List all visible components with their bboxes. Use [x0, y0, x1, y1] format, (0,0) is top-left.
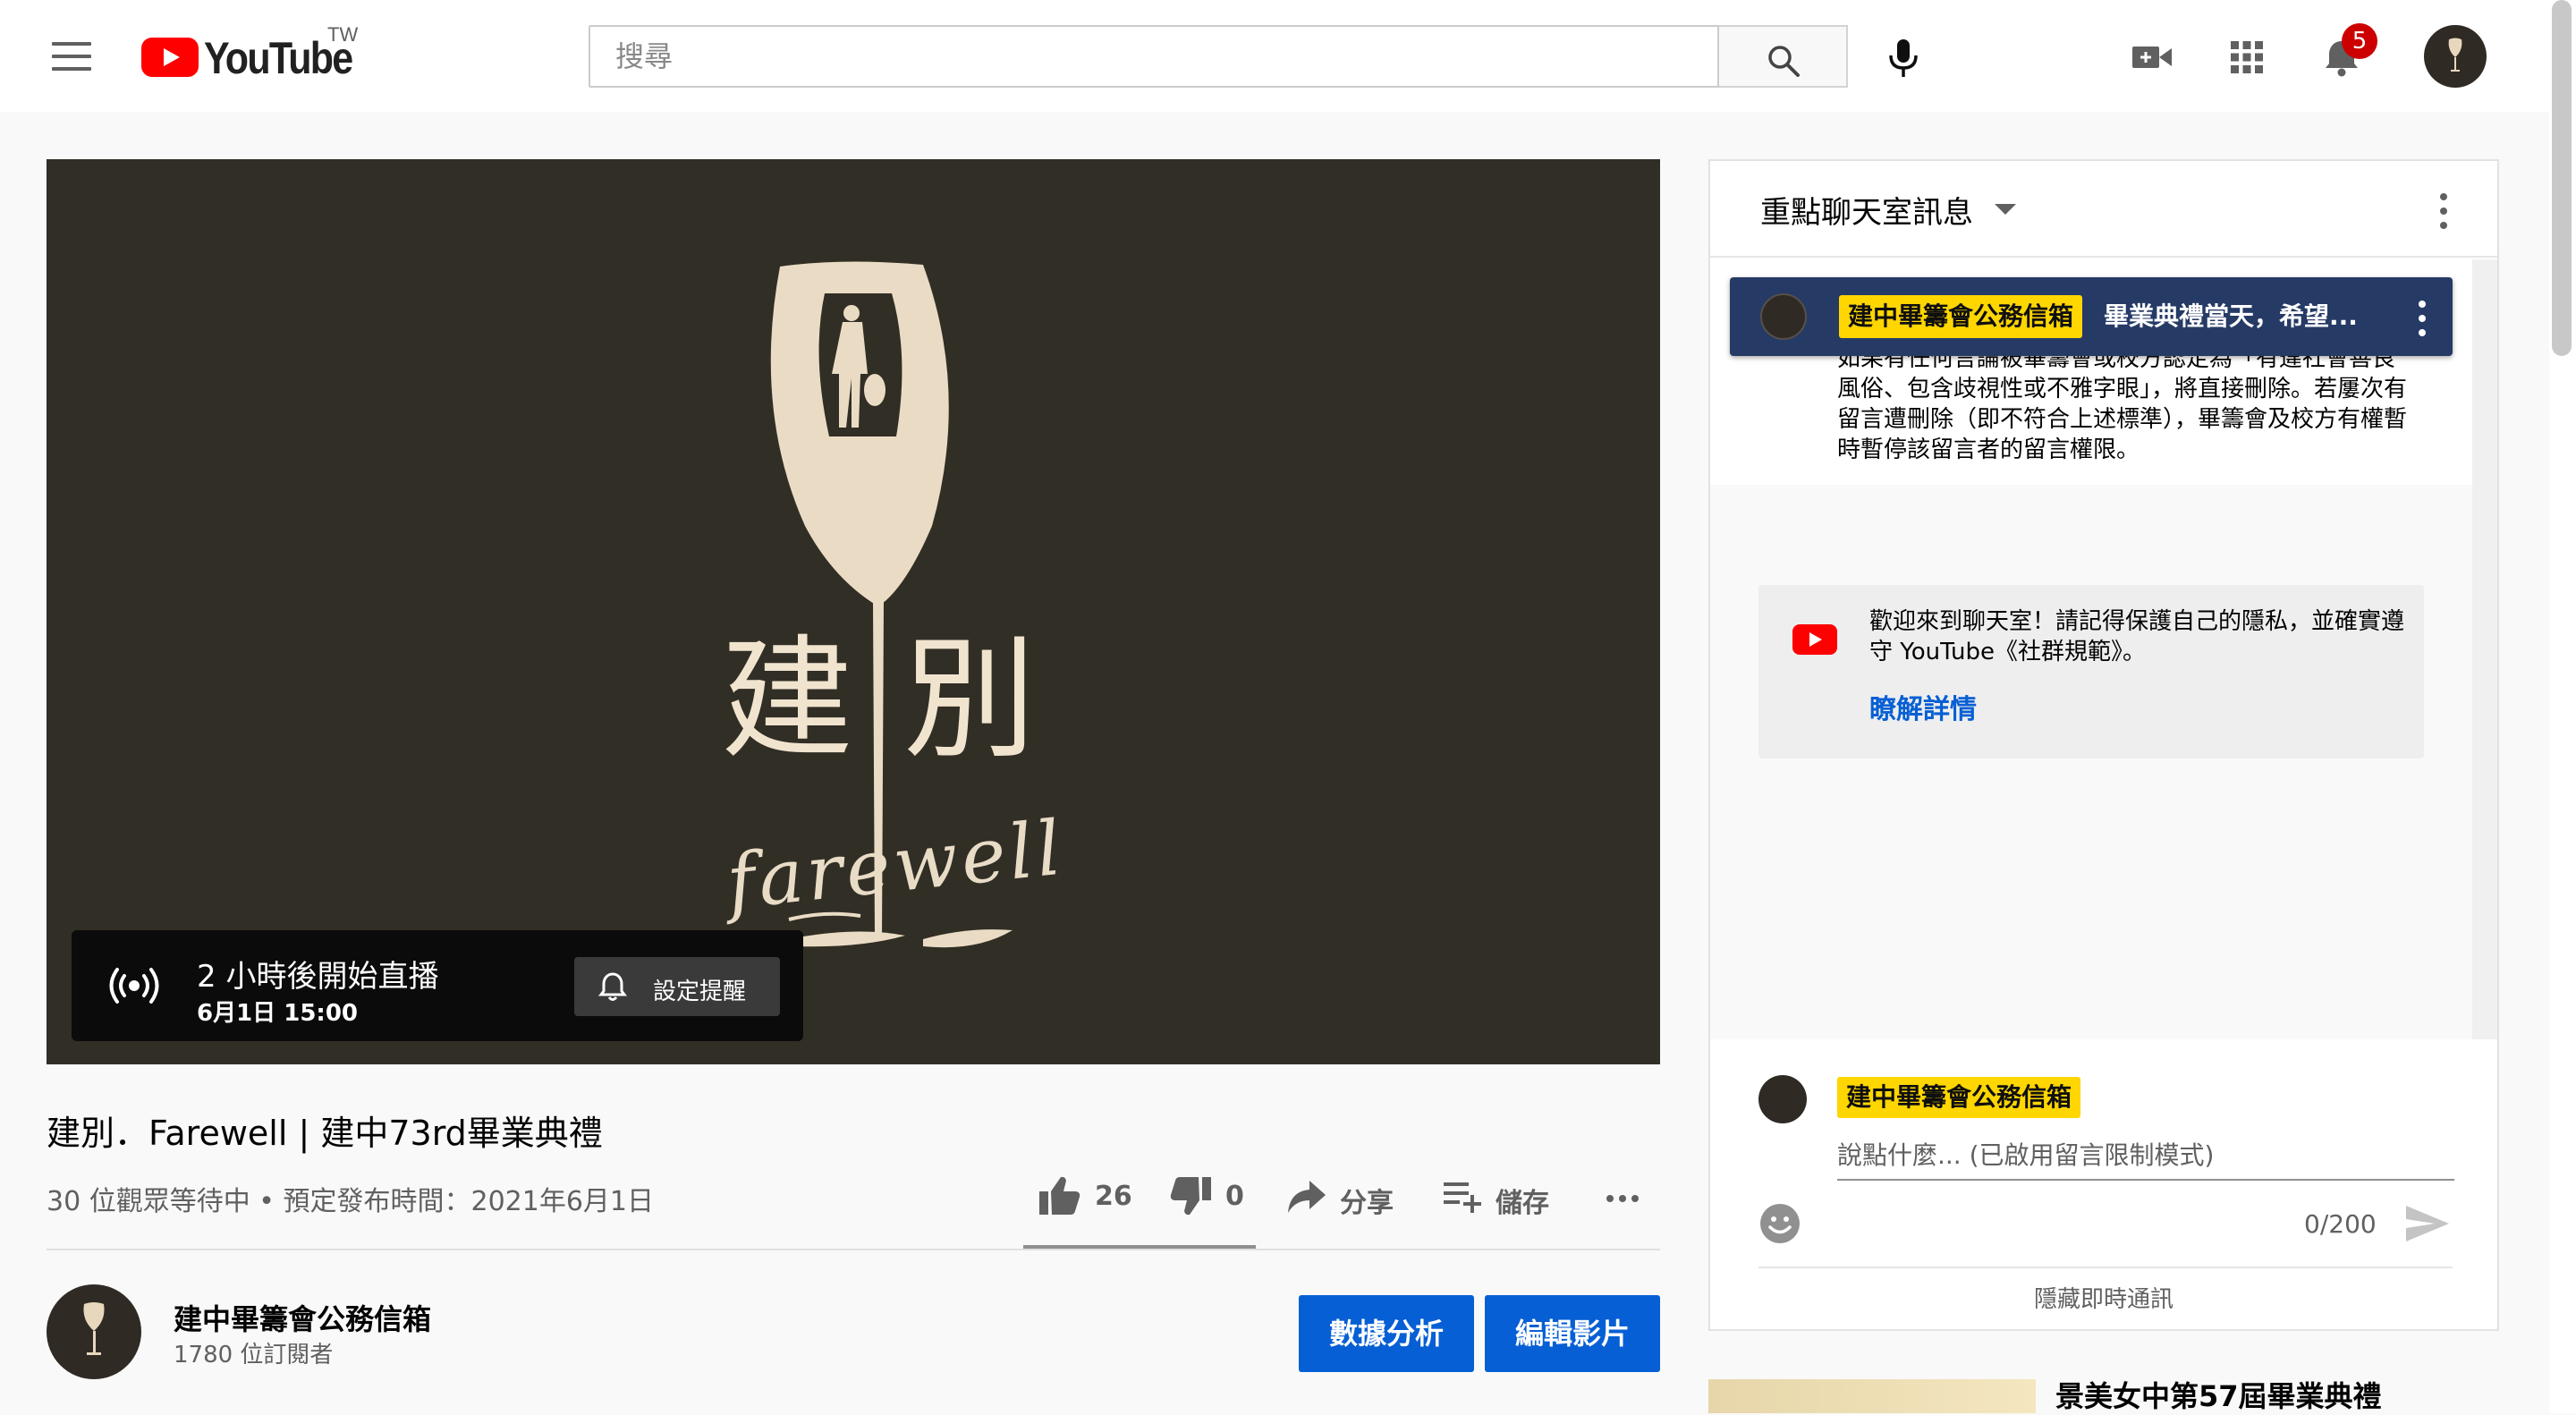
- emoji-icon[interactable]: [1758, 1202, 1801, 1245]
- logo-region: TW: [327, 23, 359, 46]
- apps-grid-icon[interactable]: [2222, 32, 2272, 82]
- search-button[interactable]: [1719, 25, 1848, 88]
- share-arrow-icon: [1288, 1181, 1326, 1213]
- youtube-icon: [1792, 624, 1837, 655]
- recommended-thumbnail[interactable]: [1708, 1379, 2036, 1413]
- hide-chat-button[interactable]: 隱藏即時通訊: [1710, 1281, 2497, 1314]
- save-label: 儲存: [1496, 1188, 1549, 1219]
- welcome-message: 歡迎來到聊天室！請記得保護自己的隱私，並確實遵守 YouTube《社群規範》。 …: [1758, 585, 2424, 758]
- live-broadcast-icon: [109, 968, 159, 1004]
- caret-down-icon[interactable]: [1995, 204, 2016, 215]
- chat-rules-text: 如果有任何言論被畢籌會或校方認定為「有違社會善良風俗、包含歧視性或不雅字眼」，將…: [1837, 345, 2408, 463]
- art-title-right: 別: [903, 623, 1036, 776]
- set-reminder-label: 設定提醒: [653, 979, 747, 1005]
- masthead: YouTube TW 5: [0, 0, 2576, 112]
- recommended-video-title[interactable]: 景美女中第57屆畢業典禮: [2055, 1374, 2382, 1415]
- create-video-icon[interactable]: [2127, 32, 2177, 82]
- share-button[interactable]: 分享: [1284, 1170, 1410, 1224]
- search-input[interactable]: [614, 27, 1687, 86]
- char-counter: 0/200: [2304, 1209, 2377, 1239]
- set-reminder-button[interactable]: 設定提醒: [574, 957, 780, 1016]
- youtube-play-icon: [141, 38, 199, 77]
- glass-logo-icon: [83, 1302, 105, 1355]
- analytics-button[interactable]: 數據分析: [1299, 1295, 1474, 1372]
- live-status-text: 2 小時後開始直播: [197, 959, 439, 995]
- dislike-button[interactable]: 0: [1168, 1170, 1267, 1224]
- learn-more-link[interactable]: 瞭解詳情: [1869, 687, 1977, 726]
- mic-icon[interactable]: [1877, 30, 1930, 84]
- video-meta: 30 位觀眾等待中 • 預定發布時間：2021年6月1日: [47, 1186, 654, 1217]
- pinned-author-chip: 建中畢籌會公務信箱: [1839, 295, 2083, 338]
- thumbs-up-icon: [1039, 1176, 1080, 1215]
- channel-name[interactable]: 建中畢籌會公務信箱: [174, 1297, 431, 1338]
- subscriber-count: 1780 位訂閱者: [174, 1342, 334, 1368]
- channel-avatar[interactable]: [47, 1284, 141, 1379]
- chat-mode-selector[interactable]: 重點聊天室訊息: [1760, 188, 1973, 232]
- pinned-message[interactable]: 建中畢籌會公務信箱 畢業典禮當天，希望...: [1730, 277, 2453, 356]
- composer-divider: [1758, 1267, 2453, 1268]
- bell-outline-icon: [598, 972, 627, 1001]
- search-icon: [1768, 46, 1800, 77]
- info-divider: [47, 1249, 1660, 1250]
- menu-icon[interactable]: [52, 42, 91, 71]
- share-label: 分享: [1340, 1188, 1394, 1219]
- more-actions-button[interactable]: [1601, 1170, 1646, 1224]
- playlist-add-icon: [1444, 1182, 1481, 1213]
- more-horizontal-icon: [1606, 1195, 1639, 1202]
- chat-composer: 建中畢籌會公務信箱 0/200 隱藏即時通訊: [1710, 1041, 2497, 1329]
- search-box: [589, 25, 1719, 88]
- video-title: 建別．Farewell | 建中73rd畢業典禮: [47, 1114, 603, 1153]
- composer-author-chip: 建中畢籌會公務信箱: [1837, 1077, 2081, 1118]
- upcoming-live-overlay: 2 小時後開始直播 6月1日 15:00 設定提醒: [72, 930, 803, 1041]
- dislike-count: 0: [1225, 1181, 1244, 1212]
- account-avatar[interactable]: [2424, 25, 2487, 88]
- like-count: 26: [1095, 1181, 1132, 1212]
- chat-header: 重點聊天室訊息: [1710, 161, 2497, 258]
- composer-avatar: [1758, 1075, 1807, 1123]
- like-button[interactable]: 26: [1038, 1170, 1145, 1224]
- glass-logo-icon: [2448, 38, 2462, 72]
- save-button[interactable]: 儲存: [1440, 1170, 1565, 1224]
- live-start-time: 6月1日 15:00: [197, 1000, 358, 1027]
- page-scroll-thumb[interactable]: [2552, 0, 2572, 356]
- chat-more-icon[interactable]: [2440, 193, 2449, 233]
- pinned-more-icon[interactable]: [2419, 301, 2428, 340]
- video-player[interactable]: 建 別 farewell 2 小時後開始直播 6月1日 15:00 設定提醒: [47, 159, 1660, 1064]
- pinned-message-text: 畢業典禮當天，希望...: [2104, 301, 2358, 331]
- notification-badge: 5: [2342, 23, 2377, 59]
- edit-video-button[interactable]: 編輯影片: [1485, 1295, 1660, 1372]
- video-actions: 26 0 分享 儲存: [1020, 1163, 1660, 1234]
- chat-scrollbar[interactable]: [2472, 259, 2497, 1039]
- youtube-logo[interactable]: YouTube TW: [141, 23, 374, 84]
- live-chat-panel: 重點聊天室訊息 如果有任何言論被畢籌會或校方認定為「有違社會善良風俗、包含歧視性…: [1708, 159, 2499, 1331]
- chat-messages: 如果有任何言論被畢籌會或校方認定為「有違社會善良風俗、包含歧視性或不雅字眼」，將…: [1710, 259, 2472, 1039]
- pinned-author-avatar: [1760, 293, 1807, 340]
- thumbs-down-icon: [1170, 1177, 1211, 1216]
- chat-message-input[interactable]: [1837, 1131, 2454, 1181]
- art-title-left: 建: [721, 623, 853, 776]
- send-icon[interactable]: [2404, 1202, 2451, 1245]
- welcome-text: 歡迎來到聊天室！請記得保護自己的隱私，並確實遵守 YouTube《社群規範》。: [1869, 608, 2405, 665]
